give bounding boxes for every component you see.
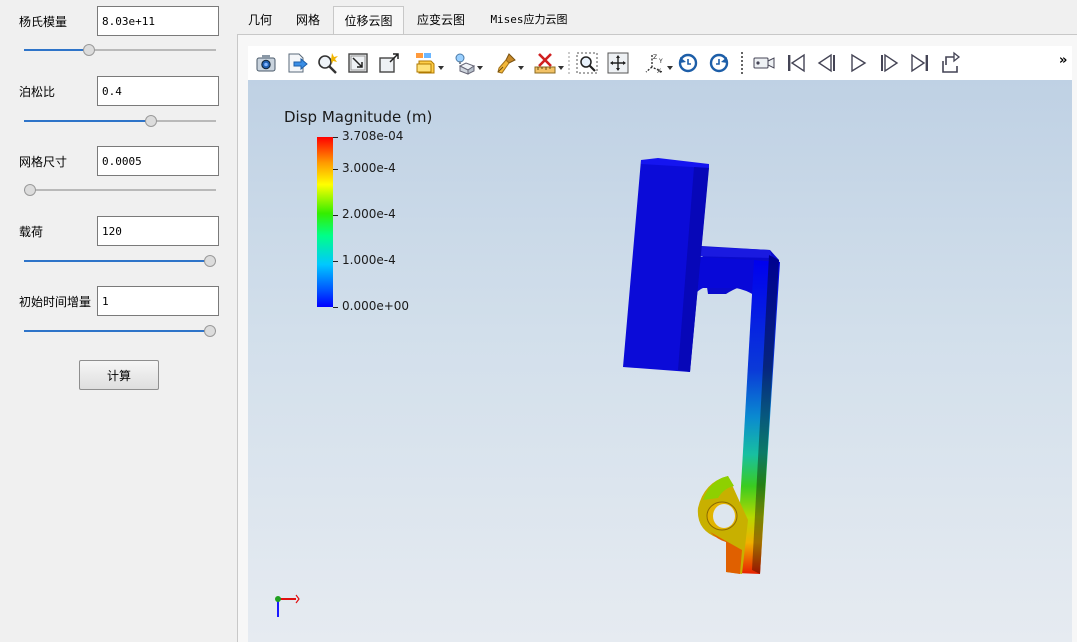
slider-handle[interactable] xyxy=(204,325,216,337)
toolbar-more-button[interactable]: » xyxy=(1059,53,1067,68)
slider-fill xyxy=(24,330,210,332)
parameter-panel: 杨氏模量 泊松比 网格尺寸 载荷 初始时间增量 计算 xyxy=(0,0,237,642)
poisson-ratio-label: 泊松比 xyxy=(19,85,56,99)
video-camera-icon[interactable] xyxy=(752,51,776,75)
play-icon[interactable] xyxy=(846,51,870,75)
next-frame-icon[interactable] xyxy=(877,51,901,75)
load-label: 载荷 xyxy=(19,225,44,239)
slider-groove xyxy=(24,189,216,191)
layers-icon[interactable] xyxy=(414,51,438,75)
ruler-icon[interactable] xyxy=(533,51,557,75)
layers-dropdown-caret[interactable] xyxy=(438,60,444,70)
displacement-contour-model[interactable] xyxy=(248,80,1072,642)
slider-fill xyxy=(24,260,210,262)
slider-handle[interactable] xyxy=(144,115,157,127)
light-icon[interactable] xyxy=(452,51,476,75)
tab-mesh[interactable]: 网格 xyxy=(287,6,329,34)
tab-displacement-contour[interactable]: 位移云图 xyxy=(333,6,404,34)
load-slider[interactable] xyxy=(24,254,216,268)
slider-handle[interactable] xyxy=(83,44,96,56)
slider-handle[interactable] xyxy=(204,255,216,267)
slider-handle[interactable] xyxy=(24,184,36,196)
orientation-axes-icon xyxy=(275,594,300,617)
bracket-part xyxy=(623,158,780,574)
render-viewport[interactable]: Disp Magnitude (m) 3.708e-04 3.000e-4 2.… xyxy=(248,80,1072,642)
previous-frame-icon[interactable] xyxy=(815,51,839,75)
light-dropdown-caret[interactable] xyxy=(477,60,483,70)
calculate-button[interactable]: 计算 xyxy=(79,360,159,390)
view-toolbar: ZYX xyxy=(248,46,1072,80)
last-frame-icon[interactable] xyxy=(908,51,932,75)
pan-icon[interactable] xyxy=(606,51,630,75)
axes-dropdown-caret[interactable] xyxy=(667,60,673,70)
mesh-size-label: 网格尺寸 xyxy=(19,155,68,169)
zoom-box-icon[interactable] xyxy=(346,51,370,75)
axes-orientation-icon[interactable]: ZYX xyxy=(644,51,668,75)
initial-time-increment-slider[interactable] xyxy=(24,324,216,338)
tab-strain-contour[interactable]: 应变云图 xyxy=(409,6,473,34)
initial-time-increment-label: 初始时间增量 xyxy=(19,295,92,309)
initial-time-increment-input[interactable] xyxy=(97,286,219,316)
poisson-ratio-input[interactable] xyxy=(97,76,219,106)
ruler-dropdown-caret[interactable] xyxy=(558,60,564,70)
bracket-lug-hole xyxy=(713,504,735,528)
first-frame-icon[interactable] xyxy=(784,51,808,75)
paint-dropdown-caret[interactable] xyxy=(518,60,524,70)
tab-mises-stress-contour[interactable]: Mises应力云图 xyxy=(483,6,575,34)
svg-text:Z: Z xyxy=(653,54,657,61)
poisson-ratio-slider[interactable] xyxy=(24,114,216,128)
zoom-region-icon[interactable] xyxy=(575,51,599,75)
load-input[interactable] xyxy=(97,216,219,246)
svg-text:X: X xyxy=(657,68,661,75)
youngs-modulus-input[interactable] xyxy=(97,6,219,36)
loop-icon[interactable] xyxy=(939,51,963,75)
export-icon[interactable] xyxy=(285,51,309,75)
svg-text:Y: Y xyxy=(658,58,663,65)
bracket-lug xyxy=(697,476,748,574)
toolbar-separator xyxy=(568,52,570,74)
mesh-size-slider[interactable] xyxy=(24,183,216,197)
zoom-to-fit-icon[interactable] xyxy=(377,51,401,75)
paint-icon[interactable] xyxy=(494,51,518,75)
camera-icon[interactable] xyxy=(254,51,278,75)
query-icon[interactable] xyxy=(315,51,339,75)
rotate-ccw-icon[interactable] xyxy=(676,51,700,75)
youngs-modulus-slider[interactable] xyxy=(24,43,216,57)
toolbar-separator xyxy=(741,52,743,74)
mesh-size-input[interactable] xyxy=(97,146,219,176)
slider-fill xyxy=(24,49,90,51)
tab-geometry[interactable]: 几何 xyxy=(239,6,281,34)
youngs-modulus-label: 杨氏模量 xyxy=(19,15,68,29)
rotate-cw-icon[interactable] xyxy=(707,51,731,75)
slider-fill xyxy=(24,120,151,122)
